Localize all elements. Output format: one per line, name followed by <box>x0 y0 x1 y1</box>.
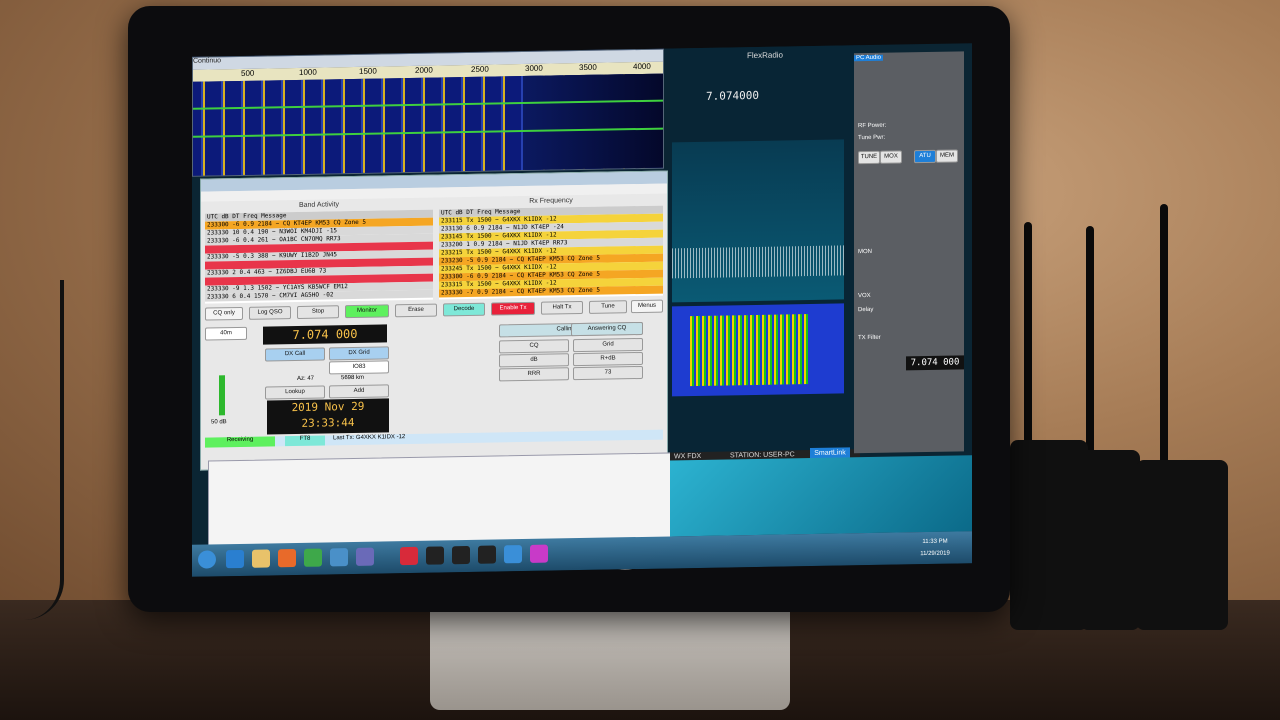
handheld-radio <box>1080 450 1140 630</box>
control-bar: CQ only Log QSO Stop Monitor Erase Decod… <box>205 299 663 322</box>
pc-audio-button[interactable]: PC Audio <box>854 54 884 62</box>
scale-tick: 3500 <box>579 62 597 73</box>
rrr-button[interactable]: RRR <box>499 367 569 382</box>
mon-button[interactable]: MON <box>858 249 872 255</box>
ft8-signals <box>690 314 810 387</box>
wide-graph-window: Continuo 500 1000 1500 2000 2500 3000 35… <box>192 48 664 177</box>
answering-cq-tab[interactable]: Answering CQ <box>571 321 643 337</box>
taskbar-time: 11:33 PM <box>922 538 948 546</box>
dx-grid-label: DX Grid <box>329 346 389 361</box>
cat-icon[interactable] <box>452 545 470 565</box>
dx-call-label: DX Call <box>265 347 325 362</box>
mox-button[interactable]: MOX <box>880 150 902 164</box>
band-select[interactable]: 40m <box>205 326 247 341</box>
erase-button[interactable]: Erase <box>395 303 437 318</box>
menus-checkbox[interactable]: Menus <box>631 299 663 314</box>
transmit-controls: PC Audio RF Power: Tune Pwr: TUNE MOX AT… <box>854 51 964 454</box>
tune-button-flex[interactable]: TUNE <box>858 150 880 165</box>
r-db-button[interactable]: R+dB <box>573 351 643 367</box>
scale-tick: 2500 <box>471 64 489 74</box>
app-icon[interactable] <box>356 547 374 566</box>
status-last-tx: Last Tx: G4XKX K1IDX -12 <box>333 434 406 442</box>
mem-button[interactable]: MEM <box>936 149 958 163</box>
log-window <box>208 452 672 549</box>
input-level-meter <box>219 375 225 416</box>
input-level-db: 50 dB <box>211 419 227 426</box>
scale-tick: 4000 <box>633 61 651 72</box>
taskbar-clock[interactable]: 11:33 PM 11/29/2019 <box>910 535 960 560</box>
power-cable <box>0 280 64 620</box>
app-icon[interactable] <box>330 548 348 567</box>
tune-power-label: Tune Pwr: <box>858 134 886 142</box>
cq-button[interactable]: CQ <box>499 339 569 354</box>
wsjtx-window: Band Activity Rx Frequency UTC dB DT Fre… <box>200 170 668 471</box>
handheld-radio <box>1010 440 1088 630</box>
slice-frequency[interactable]: 7.074000 <box>706 89 766 103</box>
tx-filter-label: TX Filter <box>858 334 881 342</box>
taskbar-date: 11/29/2019 <box>920 550 950 558</box>
73-button[interactable]: 73 <box>573 365 643 381</box>
scale-tick: 1000 <box>299 67 317 77</box>
azimuth: Az: 47 <box>297 375 315 382</box>
db-button[interactable]: dB <box>499 353 569 368</box>
chrome-icon[interactable] <box>304 548 322 567</box>
dx-grid-input[interactable]: IO83 <box>329 360 389 375</box>
utc-clock: 2019 Nov 29 23:33:44 <box>267 398 389 435</box>
scale-tick: 3000 <box>525 63 543 73</box>
cq-only-checkbox[interactable]: CQ only <box>205 306 243 321</box>
ie-icon[interactable] <box>226 549 244 569</box>
stop-button[interactable]: Stop <box>297 305 339 319</box>
enable-tx-button[interactable]: Enable Tx <box>491 301 535 316</box>
status-receiving: Receiving <box>205 436 275 448</box>
sdr-icon[interactable] <box>478 545 496 564</box>
rx-frequency-list[interactable]: UTC dB DT Freq Message 233115 Tx 1500 ~ … <box>439 205 663 300</box>
monitor-button[interactable]: Monitor <box>345 304 389 319</box>
explorer-icon[interactable] <box>252 549 270 568</box>
antenna <box>1160 204 1168 484</box>
antenna <box>1024 222 1032 472</box>
desktop-wallpaper <box>670 455 972 537</box>
dial-frequency: 7.074 000 <box>263 324 387 345</box>
panadapter-noise <box>672 245 844 279</box>
scale-tick: 2000 <box>415 65 433 75</box>
app-icon[interactable] <box>400 546 418 566</box>
delay-label: Delay <box>858 306 874 314</box>
utc-time: 23:33:44 <box>301 415 355 430</box>
dax-icon[interactable] <box>426 546 444 565</box>
add-button[interactable]: Add <box>329 384 389 399</box>
scale-tick: 500 <box>241 68 255 78</box>
scale-tick: 1500 <box>359 66 377 76</box>
start-icon[interactable] <box>198 550 216 569</box>
slice-frequency-flag[interactable]: 7.074 000 <box>906 355 964 371</box>
lookup-button[interactable]: Lookup <box>265 385 325 400</box>
distance: 5698 km <box>341 374 365 382</box>
log-qso-button[interactable]: Log QSO <box>249 306 291 320</box>
status-mode: FT8 <box>285 435 325 447</box>
decode-button[interactable]: Decode <box>443 302 485 317</box>
smartsdr-panel: FlexRadio 7.074000 WX FDX STATION: USER-… <box>670 45 860 465</box>
atu-button[interactable]: ATU <box>914 149 936 164</box>
grid-button[interactable]: Grid <box>573 337 643 353</box>
waterfall-quiet-region <box>523 73 663 171</box>
monitor-screen: Continuo 500 1000 1500 2000 2500 3000 35… <box>192 43 972 577</box>
antenna <box>1086 226 1094 476</box>
halt-tx-button[interactable]: Halt Tx <box>541 300 583 315</box>
band-activity-list[interactable]: UTC dB DT Freq Message 233300 -6 0.9 218… <box>205 209 433 304</box>
vox-button[interactable]: VOX <box>858 293 871 299</box>
media-player-icon[interactable] <box>278 548 296 568</box>
flexradio-title: FlexRadio <box>746 50 783 61</box>
app-icon[interactable] <box>530 544 548 563</box>
tune-button[interactable]: Tune <box>589 300 627 314</box>
rf-power-label: RF Power: <box>858 122 887 130</box>
app-icon[interactable] <box>504 545 522 564</box>
handheld-radio <box>1136 460 1228 630</box>
